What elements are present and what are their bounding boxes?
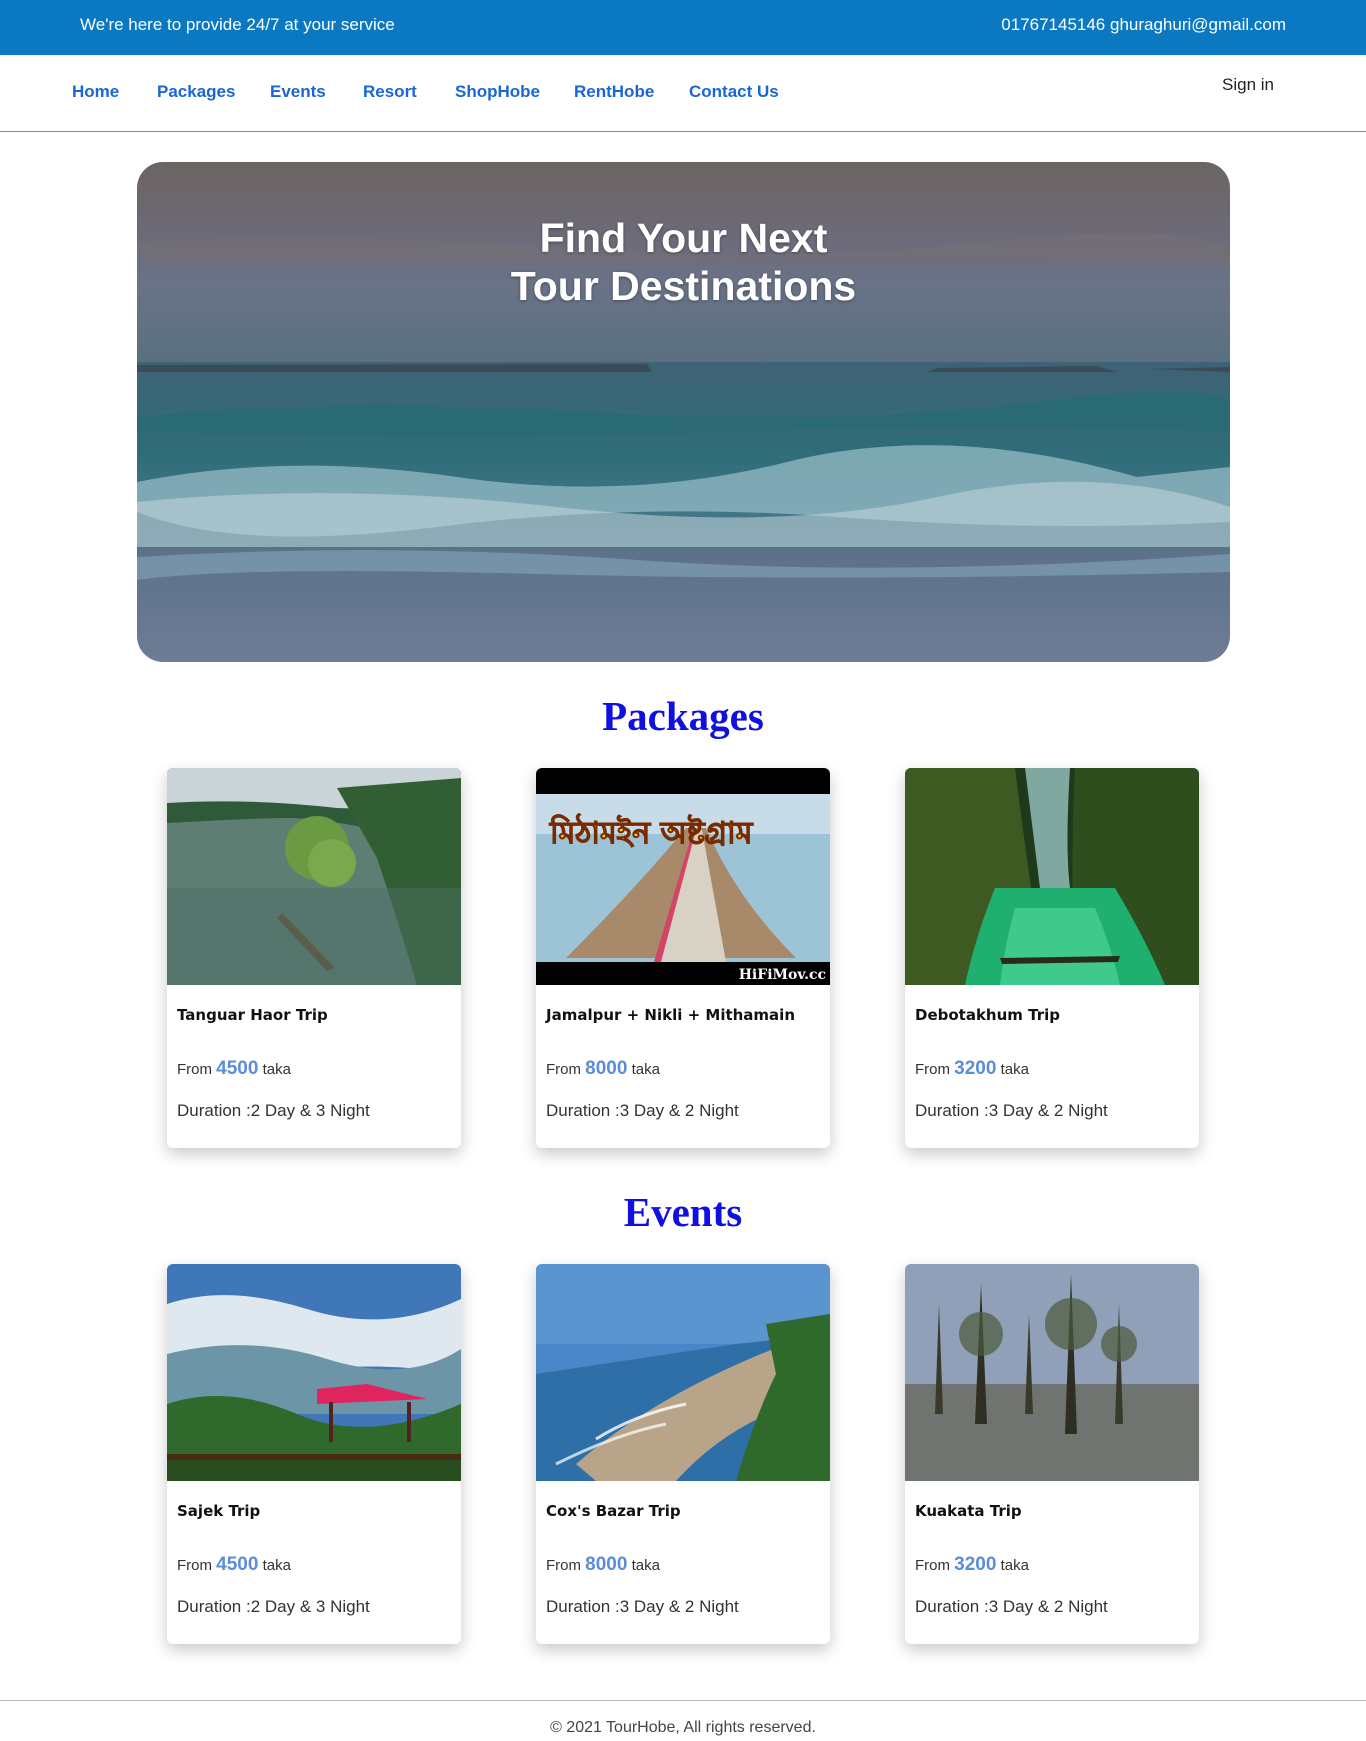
- tanguar-haor-image: [167, 768, 461, 985]
- main-navigation: Home Packages Events Resort ShopHobe Ren…: [0, 55, 1366, 132]
- hero-heading-line2: Tour Destinations: [510, 263, 857, 309]
- card-duration: Duration :3 Day & 2 Night: [546, 1101, 739, 1120]
- img-bengali-title: মিঠামইন অষ্টগ্রাম: [549, 813, 754, 851]
- sign-in-link[interactable]: Sign in: [1222, 75, 1274, 95]
- card-price: From 8000 taka: [546, 1058, 660, 1079]
- card-duration: Duration :2 Day & 3 Night: [177, 1597, 370, 1616]
- card-title: Kuakata Trip: [915, 1502, 1022, 1520]
- card-title: Cox's Bazar Trip: [546, 1502, 681, 1520]
- event-card[interactable]: Cox's Bazar Trip From 8000 taka Duration…: [536, 1264, 830, 1644]
- price-value: 3200: [954, 1058, 997, 1079]
- event-card[interactable]: Sajek Trip From 4500 taka Duration :2 Da…: [167, 1264, 461, 1644]
- card-price: From 8000 taka: [546, 1554, 660, 1575]
- card-price: From 3200 taka: [915, 1058, 1029, 1079]
- card-title: Jamalpur + Nikli + Mithamain: [546, 1006, 796, 1024]
- price-value: 3200: [954, 1554, 997, 1575]
- card-price: From 4500 taka: [177, 1554, 291, 1575]
- nav-shophobe[interactable]: ShopHobe: [455, 82, 540, 102]
- nav-home[interactable]: Home: [72, 82, 119, 102]
- price-value: 8000: [585, 1058, 628, 1079]
- mithamain-image: মিঠামইন অষ্টগ্রাম HiFiMov.cc: [536, 768, 830, 985]
- sajek-image: [167, 1264, 461, 1481]
- packages-heading: Packages: [602, 693, 764, 739]
- service-tagline: We're here to provide 24/7 at your servi…: [80, 15, 395, 34]
- card-title: Debotakhum Trip: [915, 1006, 1061, 1024]
- contact-info: 01767145146 ghuraghuri@gmail.com: [1001, 15, 1286, 34]
- debotakhum-image: [905, 768, 1199, 985]
- package-card[interactable]: Debotakhum Trip From 3200 taka Duration …: [905, 768, 1199, 1148]
- events-heading: Events: [623, 1189, 743, 1235]
- card-price: From 3200 taka: [915, 1554, 1029, 1575]
- price-value: 8000: [585, 1554, 628, 1575]
- card-duration: Duration :3 Day & 2 Night: [915, 1597, 1108, 1616]
- kuakata-image: [905, 1264, 1199, 1481]
- price-value: 4500: [216, 1058, 259, 1079]
- nav-contact-us[interactable]: Contact Us: [689, 82, 779, 102]
- card-price: From 4500 taka: [177, 1058, 291, 1079]
- card-title: Tanguar Haor Trip: [177, 1006, 328, 1024]
- footer: © 2021 TourHobe, All rights reserved.: [0, 1700, 1366, 1737]
- nav-events[interactable]: Events: [270, 82, 326, 102]
- top-info-bar: We're here to provide 24/7 at your servi…: [0, 0, 1366, 55]
- coxs-bazar-image: [536, 1264, 830, 1481]
- copyright-text: © 2021 TourHobe, All rights reserved.: [550, 1719, 816, 1736]
- event-card[interactable]: Kuakata Trip From 3200 taka Duration :3 …: [905, 1264, 1199, 1644]
- nav-packages[interactable]: Packages: [157, 82, 235, 102]
- card-duration: Duration :3 Day & 2 Night: [915, 1101, 1108, 1120]
- nav-resort[interactable]: Resort: [363, 82, 417, 102]
- card-title: Sajek Trip: [177, 1502, 261, 1520]
- card-duration: Duration :2 Day & 3 Night: [177, 1101, 370, 1120]
- hero-heading: Find Your Next Tour Destinations: [137, 214, 1230, 310]
- img-watermark: HiFiMov.cc: [739, 967, 826, 983]
- hero-heading-line1: Find Your Next: [539, 215, 828, 261]
- price-value: 4500: [216, 1554, 259, 1575]
- package-card[interactable]: Tanguar Haor Trip From 4500 taka Duratio…: [167, 768, 461, 1148]
- nav-renthobe[interactable]: RentHobe: [574, 82, 654, 102]
- hero-banner: Find Your Next Tour Destinations: [137, 162, 1230, 662]
- card-duration: Duration :3 Day & 2 Night: [546, 1597, 739, 1616]
- package-card[interactable]: মিঠামইন অষ্টগ্রাম HiFiMov.cc Jamalpur + …: [536, 768, 830, 1148]
